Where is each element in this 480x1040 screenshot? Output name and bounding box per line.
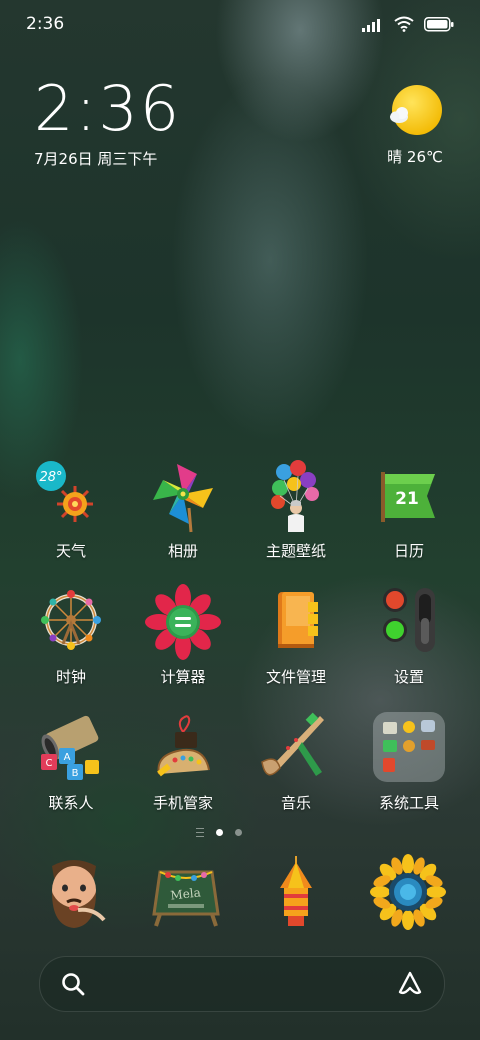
app-label: 手机管家: [152, 794, 213, 812]
dock-app-3[interactable]: [256, 852, 336, 932]
ferris-wheel-icon: [33, 584, 109, 660]
dock-app-1[interactable]: [34, 852, 114, 932]
app-settings[interactable]: 设置: [354, 584, 464, 687]
svg-text:C: C: [46, 758, 53, 769]
app-music[interactable]: 音乐: [241, 710, 351, 813]
app-label: 系统工具: [378, 794, 439, 812]
status-time: 2:36: [26, 14, 65, 34]
status-icons: [362, 16, 454, 36]
app-clock[interactable]: 时钟: [16, 584, 126, 687]
page-dot-active[interactable]: [216, 829, 223, 836]
app-calculator[interactable]: 计算器: [128, 584, 238, 687]
svg-text:A: A: [64, 752, 71, 763]
sunflower-icon: [368, 854, 448, 936]
weather-icon: 28°: [33, 458, 109, 534]
wifi-icon: [394, 16, 414, 36]
battery-icon: [424, 16, 454, 36]
sunny-cloud-icon: [387, 82, 443, 138]
assistant-icon[interactable]: [396, 970, 424, 1002]
pipe-blocks-icon: C A B: [33, 710, 109, 786]
app-label: 计算器: [160, 668, 206, 686]
folder-tools-icon: [371, 710, 447, 786]
page-list-icon[interactable]: [196, 828, 204, 837]
pinwheel-icon: [145, 458, 221, 534]
widget-date: 7月26日 周三下午: [34, 150, 158, 168]
search-icon[interactable]: [60, 971, 86, 1001]
balloons-icon: [258, 458, 334, 534]
app-calendar[interactable]: 21 日历: [354, 458, 464, 561]
app-system-tools-folder[interactable]: 系统工具: [354, 710, 464, 813]
app-label: 天气: [55, 542, 86, 560]
page-dot[interactable]: [235, 829, 242, 836]
app-label: 主题壁纸: [265, 542, 326, 560]
widget-time: 2:36: [34, 72, 182, 145]
page-indicator: [196, 828, 242, 837]
weather-badge-text: 28°: [39, 470, 62, 485]
status-bar: 2:36: [0, 0, 480, 50]
dock-app-2[interactable]: Mela: [146, 852, 226, 932]
bearded-man-icon: [34, 860, 114, 936]
calendar-flag-icon: 21: [371, 458, 447, 534]
search-bar[interactable]: [39, 956, 445, 1012]
flower-calculator-icon: [145, 584, 221, 660]
app-security[interactable]: 手机管家: [128, 710, 238, 813]
calendar-day: 21: [395, 489, 419, 509]
app-label: 文件管理: [265, 668, 326, 686]
svg-text:B: B: [72, 768, 79, 779]
lantern-icon: [256, 856, 336, 936]
sign-board-icon: Mela: [146, 870, 226, 936]
weather-text: 晴 26℃: [387, 148, 443, 166]
app-label: 时钟: [55, 668, 86, 686]
trumpet-icon: [258, 710, 334, 786]
app-label: 相册: [167, 542, 198, 560]
app-contacts[interactable]: C A B 联系人: [16, 710, 126, 813]
app-label: 设置: [393, 668, 424, 686]
app-weather[interactable]: 28° 天气: [16, 458, 126, 561]
app-label: 联系人: [48, 794, 94, 812]
dock-app-4[interactable]: [368, 852, 448, 932]
app-gallery[interactable]: 相册: [128, 458, 238, 561]
clock-widget[interactable]: 2:36 7月26日 周三下午: [34, 78, 181, 169]
traffic-light-icon: [371, 584, 447, 660]
signal-icon: [362, 17, 384, 36]
weather-widget[interactable]: 晴 26℃: [380, 82, 450, 167]
app-themes[interactable]: 主题壁纸: [241, 458, 351, 561]
horn-cup-icon: [145, 710, 221, 786]
app-files[interactable]: 文件管理: [241, 584, 351, 687]
folder-icon: [258, 584, 334, 660]
app-label: 音乐: [280, 794, 311, 812]
app-label: 日历: [393, 542, 424, 560]
